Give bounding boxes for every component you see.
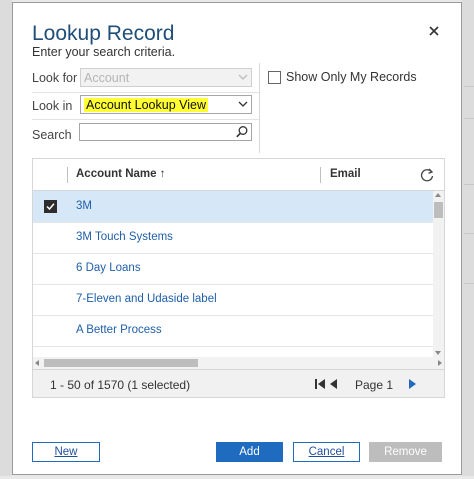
look-in-select[interactable]: Account Lookup View [80, 95, 252, 114]
form-divider [32, 92, 260, 93]
search-label: Search [32, 128, 72, 142]
remove-value-button: Remove Value [369, 442, 442, 476]
account-name-link[interactable]: 6 Day Loans [76, 262, 141, 274]
form-divider [32, 119, 260, 120]
horizontal-scroll-thumb[interactable] [44, 359, 198, 367]
new-button[interactable]: New [32, 442, 100, 462]
scroll-right-icon[interactable] [438, 360, 442, 366]
background-divider [464, 118, 474, 119]
scroll-down-icon[interactable] [435, 351, 441, 355]
scroll-up-icon[interactable] [435, 193, 441, 197]
vertical-scroll-thumb[interactable] [434, 202, 443, 218]
refresh-icon[interactable] [419, 167, 435, 183]
checkbox-checked-icon[interactable] [44, 200, 57, 213]
vertical-scrollbar[interactable] [433, 191, 444, 357]
background-divider [464, 86, 474, 87]
table-row[interactable]: A Better Process [33, 315, 433, 347]
account-name-link[interactable]: 3M [76, 200, 92, 212]
search-icon[interactable] [235, 125, 249, 139]
look-for-label: Look for [32, 71, 78, 85]
criteria-divider [259, 63, 260, 153]
record-count: 1 - 50 of 1570 (1 selected) [50, 378, 191, 392]
show-only-my-records-checkbox[interactable] [268, 71, 281, 84]
account-name-link[interactable]: 7-Eleven and Udaside label [76, 293, 217, 305]
previous-page-icon[interactable] [329, 378, 338, 390]
next-page-icon[interactable] [408, 378, 417, 390]
close-icon[interactable] [427, 24, 441, 38]
background-divider [464, 184, 474, 185]
chevron-down-icon [238, 101, 248, 107]
column-header-email[interactable]: Email [330, 168, 361, 180]
show-only-my-records-label: Show Only My Records [286, 70, 417, 84]
table-row[interactable]: 3M [33, 191, 433, 223]
add-button[interactable]: Add [216, 442, 283, 462]
dialog-title: Lookup Record [32, 22, 175, 45]
background-page-left [0, 0, 12, 476]
background-divider [464, 233, 474, 234]
table-row[interactable]: 3M Touch Systems [33, 222, 433, 254]
chevron-down-icon [238, 74, 248, 80]
grid-header: Account Name ↑ Email [33, 159, 444, 191]
page-number: Page 1 [355, 378, 394, 392]
pagination-bar: 1 - 50 of 1570 (1 selected) Page 1 [33, 369, 444, 397]
results-grid: Account Name ↑ Email 3M 3M Touch Systems… [32, 158, 445, 398]
first-page-icon[interactable] [314, 378, 326, 390]
search-input[interactable] [79, 123, 252, 141]
background-page-right [462, 0, 474, 476]
horizontal-scrollbar[interactable] [33, 357, 444, 369]
check-icon [46, 203, 55, 211]
look-for-select: Account [80, 68, 252, 87]
look-for-value: Account [84, 71, 130, 85]
account-name-link[interactable]: 3M Touch Systems [76, 231, 173, 243]
look-in-label: Look in [32, 99, 73, 113]
table-row[interactable]: 7-Eleven and Udaside label [33, 284, 433, 316]
lookup-record-dialog: Lookup Record Enter your search criteria… [12, 2, 462, 476]
column-divider [320, 167, 321, 183]
column-header-account-name[interactable]: Account Name ↑ [76, 168, 165, 180]
cancel-button[interactable]: Cancel [293, 442, 360, 462]
dialog-subtitle: Enter your search criteria. [32, 45, 176, 59]
background-divider [464, 283, 474, 284]
account-name-link[interactable]: A Better Process [76, 324, 162, 336]
scroll-left-icon[interactable] [35, 360, 39, 366]
table-row[interactable]: 6 Day Loans [33, 253, 433, 285]
column-divider [67, 167, 68, 183]
look-in-value: Account Lookup View [84, 98, 208, 112]
